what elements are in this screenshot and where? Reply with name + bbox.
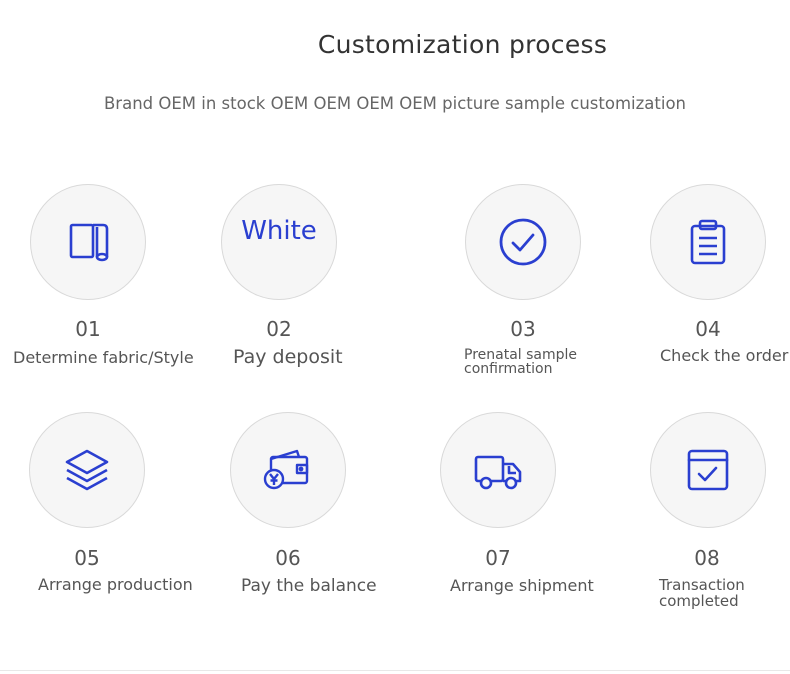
step-05-circle bbox=[29, 412, 145, 528]
step-number: 05 bbox=[74, 546, 100, 570]
truck-icon bbox=[474, 455, 522, 490]
bottom-divider bbox=[0, 670, 790, 671]
step-label-line2: completed bbox=[659, 592, 739, 610]
step-label: Arrange production bbox=[38, 575, 193, 594]
step-number: 06 bbox=[275, 546, 301, 570]
step-number: 01 bbox=[75, 317, 101, 341]
step-number: 02 bbox=[266, 317, 292, 341]
step-06-circle bbox=[230, 412, 346, 528]
layers-icon bbox=[65, 449, 109, 491]
clipboard-icon bbox=[690, 219, 726, 265]
calendar-check-icon bbox=[687, 449, 729, 491]
step-04-circle bbox=[650, 184, 766, 300]
step-label: Pay deposit bbox=[233, 346, 343, 368]
page-subtitle: Brand OEM in stock OEM OEM OEM OEM pictu… bbox=[103, 94, 686, 113]
page-title: Customization process bbox=[317, 30, 608, 59]
fabric-roll-icon bbox=[69, 223, 109, 262]
white-text-icon: White bbox=[241, 216, 317, 246]
step-label: Check the order bbox=[660, 346, 789, 365]
step-02-circle: White bbox=[221, 184, 337, 300]
step-label: Determine fabric/Style bbox=[13, 348, 194, 367]
step-01-circle bbox=[30, 184, 146, 300]
step-03-circle bbox=[465, 184, 581, 300]
step-label: Pay the balance bbox=[241, 576, 377, 596]
step-label-line2: confirmation bbox=[464, 361, 553, 377]
wallet-yen-icon bbox=[263, 449, 309, 490]
step-number: 08 bbox=[694, 546, 720, 570]
check-circle-icon bbox=[499, 218, 547, 266]
step-label: Arrange shipment bbox=[450, 576, 594, 595]
step-number: 04 bbox=[695, 317, 721, 341]
step-number: 03 bbox=[510, 317, 536, 341]
step-07-circle bbox=[440, 412, 556, 528]
step-08-circle bbox=[650, 412, 766, 528]
step-number: 07 bbox=[485, 546, 511, 570]
